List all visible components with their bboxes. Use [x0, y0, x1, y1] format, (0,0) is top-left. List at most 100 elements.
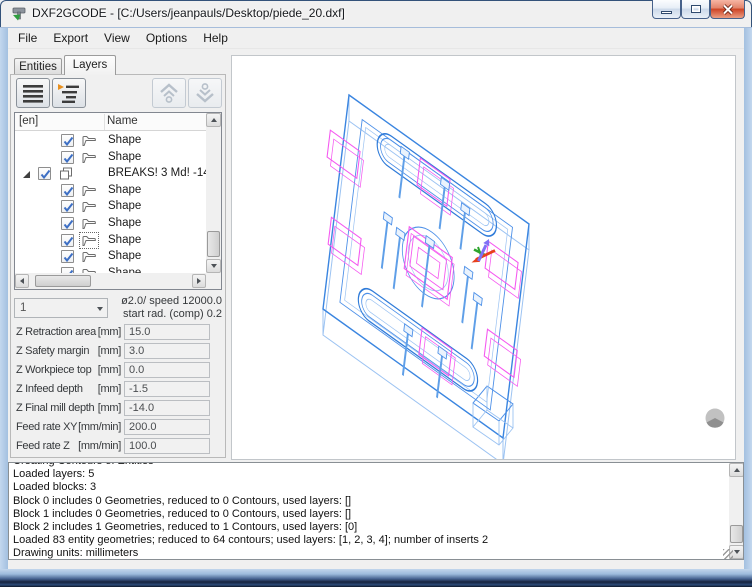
scroll-right-button[interactable] [192, 274, 206, 288]
tree-row-label[interactable]: Shape [108, 250, 141, 262]
checkbox[interactable] [61, 217, 74, 230]
axes-triad-icon [471, 239, 496, 263]
tree-row-label[interactable]: Shape [108, 200, 141, 212]
window-border-bottom [0, 569, 752, 587]
checkbox[interactable] [61, 184, 74, 197]
menu-help[interactable]: Help [195, 28, 236, 49]
tree-column-divider[interactable] [104, 114, 105, 130]
folder-icon [81, 184, 97, 197]
message-log[interactable]: Creating Contours of Entities Loaded lay… [8, 462, 744, 560]
checkbox[interactable] [61, 151, 74, 164]
folder-icon [81, 134, 97, 147]
field-row-z-infeed: Z Infeed depth [mm] -1.5 [16, 381, 222, 398]
folder-icon [81, 200, 97, 213]
tree-row-shape-5[interactable]: Shape [15, 216, 206, 232]
tree-row-shape-4[interactable]: Shape [15, 199, 206, 215]
tree-row-shape-7[interactable]: Shape [15, 249, 206, 265]
field-unit: [mm] [97, 402, 122, 414]
field-unit: [mm/min] [78, 440, 121, 452]
arrow-right-icon [197, 278, 201, 284]
tree-row-label[interactable]: BREAKS! 3 Md! -14 [108, 167, 206, 179]
z-retraction-area-field[interactable]: 15.0 [124, 324, 210, 340]
checkbox[interactable] [61, 200, 74, 213]
expander-triangle-icon[interactable] [23, 171, 30, 178]
app-icon [12, 7, 26, 21]
folder-icon [81, 250, 97, 263]
tree-row-shape-3[interactable]: Shape [15, 183, 206, 199]
arrow-up-icon [733, 468, 740, 472]
scroll-down-button[interactable] [206, 259, 221, 273]
tree-row-shape-8[interactable]: Shape [15, 266, 206, 273]
tree-row-label[interactable]: Shape [108, 151, 141, 163]
tree-column-name[interactable]: Name [107, 115, 138, 127]
field-unit: [mm] [97, 383, 122, 395]
menu-export[interactable]: Export [45, 28, 96, 49]
log-vscrollbar[interactable] [729, 463, 743, 559]
z-safety-margin-field[interactable]: 3.0 [124, 343, 210, 359]
scroll-up-button[interactable] [729, 463, 743, 477]
feed-rate-xy-field[interactable]: 200.0 [124, 419, 210, 435]
log-line: Block 2 includes 1 Geometries, reduced t… [13, 521, 358, 534]
scroll-up-button[interactable] [206, 113, 221, 127]
move-layer-down-button[interactable] [188, 78, 222, 108]
feed-rate-z-field[interactable]: 100.0 [124, 438, 210, 454]
maximize-button[interactable] [681, 0, 710, 19]
arrow-up-icon [210, 118, 217, 122]
minimize-button[interactable] [652, 0, 681, 19]
move-layer-up-button[interactable] [152, 78, 186, 108]
check-icon [62, 251, 75, 264]
field-label: Feed rate Z [16, 440, 70, 452]
cad-viewport[interactable] [231, 55, 736, 465]
z-infeed-depth-field[interactable]: -1.5 [124, 381, 210, 397]
check-icon [62, 201, 75, 214]
folder-icon [81, 217, 97, 230]
vscroll-thumb[interactable] [207, 231, 220, 257]
log-line: Block 1 includes 0 Geometries, reduced t… [13, 507, 352, 520]
expand-tree-button[interactable] [52, 78, 86, 108]
arrow-left-icon [20, 278, 24, 284]
tree-row-shape-2[interactable]: Shape [15, 150, 206, 166]
tab-layers[interactable]: Layers [64, 55, 116, 75]
tree-row-label[interactable]: Shape [108, 184, 141, 196]
scroll-left-button[interactable] [15, 274, 29, 288]
field-row-z-retraction: Z Retraction area [mm] 15.0 [16, 324, 222, 341]
field-row-z-safety: Z Safety margin [mm] 3.0 [16, 343, 222, 360]
window-border-left [0, 28, 8, 569]
tree-row-shape-1[interactable]: Shape [15, 133, 206, 149]
checkbox[interactable] [61, 134, 74, 147]
folder-icon [81, 151, 97, 164]
checkbox[interactable] [61, 250, 74, 263]
z-workpiece-top-field[interactable]: 0.0 [124, 362, 210, 378]
tree-row-shape-6-focused[interactable]: Shape [15, 232, 206, 249]
tree-viewport: Shape Shape BREAKS! 3 Md! -14 Shape Shap… [15, 131, 206, 273]
close-button[interactable] [710, 0, 745, 19]
status-strip [8, 560, 744, 569]
checkbox[interactable] [38, 167, 51, 180]
tree-row-label[interactable]: Shape [108, 217, 141, 229]
window-border-right [744, 28, 752, 569]
move-up-icon [160, 83, 178, 103]
field-row-feed-xy: Feed rate XY [mm/min] 200.0 [16, 419, 222, 436]
vscroll-thumb[interactable] [730, 525, 743, 543]
hscroll-thumb[interactable] [35, 275, 91, 287]
tree-hscrollbar[interactable] [15, 273, 206, 289]
collapse-list-icon [23, 85, 43, 103]
tree-column-en[interactable]: [en] [19, 115, 38, 127]
tree-row-breaks-layer[interactable]: BREAKS! 3 Md! -14 [15, 166, 206, 182]
tree-row-label[interactable]: Shape [108, 234, 141, 246]
field-label: Z Final mill depth [16, 402, 95, 414]
menu-view[interactable]: View [96, 28, 138, 49]
tool-number-select[interactable]: 1 [14, 298, 108, 318]
tree-header[interactable]: [en] Name [15, 113, 206, 131]
menu-options[interactable]: Options [138, 28, 195, 49]
title-bar[interactable]: DXF2GCODE - [C:/Users/jeanpauls/Desktop/… [0, 0, 752, 28]
z-final-mill-depth-field[interactable]: -14.0 [124, 400, 210, 416]
check-icon [62, 235, 75, 248]
menu-file[interactable]: File [10, 28, 45, 49]
collapse-list-button[interactable] [16, 78, 50, 108]
tab-entities[interactable]: Entities [14, 58, 62, 75]
tree-vscrollbar[interactable] [206, 113, 221, 273]
tree-row-label[interactable]: Shape [108, 134, 141, 146]
checkbox[interactable] [61, 234, 74, 247]
resize-grip[interactable] [723, 549, 733, 559]
